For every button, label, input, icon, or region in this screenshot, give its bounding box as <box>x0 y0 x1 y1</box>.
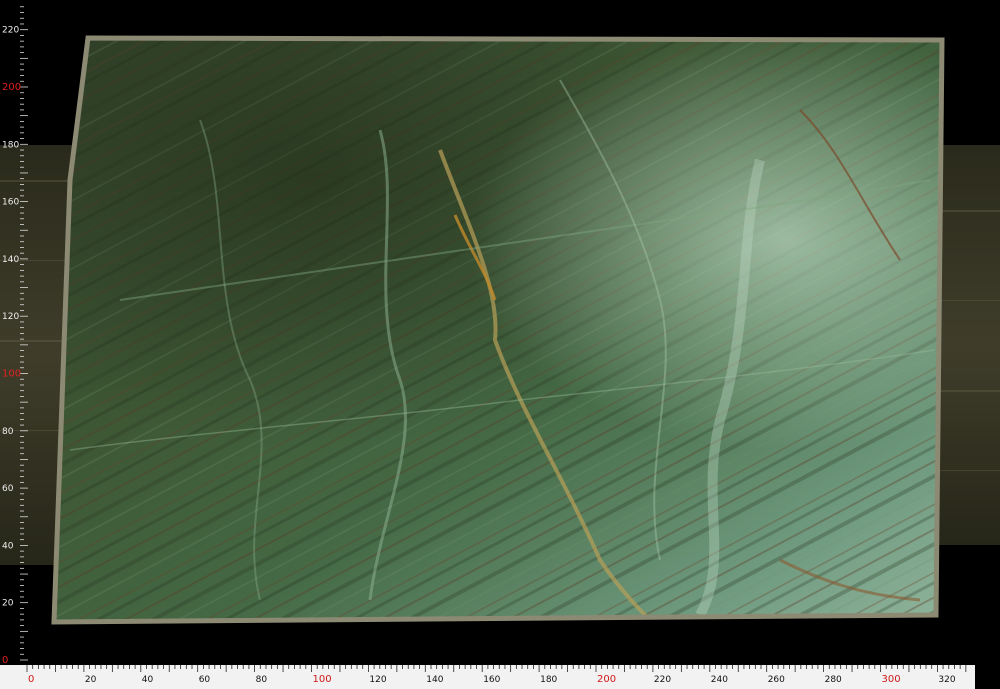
ruler-horizontal: 0 20 40 60 80 100 120 140 160 180 200 220 240 260 280 3… <box>0 665 1000 689</box>
ruler-label: 100 <box>2 369 21 380</box>
ruler-label: 60 <box>199 675 211 685</box>
ruler-label: 40 <box>2 541 14 551</box>
ruler-label: 140 <box>426 675 443 685</box>
ruler-label: 20 <box>2 599 14 609</box>
ruler-label: 220 <box>654 675 671 685</box>
slab-photo: 0 20 40 60 80 100 120 140 160 180 200 220 240 260 280 3… <box>0 6 1000 689</box>
ruler-label: 80 <box>256 675 268 685</box>
ruler-label: 40 <box>142 675 154 685</box>
side-band-right <box>935 145 1000 545</box>
ruler-label: 20 <box>85 675 97 685</box>
ruler-label: 120 <box>369 675 386 685</box>
ruler-label: 160 <box>483 675 500 685</box>
ruler-label: 300 <box>882 674 901 685</box>
ruler-label: 100 <box>313 674 332 685</box>
ruler-label: 260 <box>768 675 785 685</box>
ruler-label: 180 <box>540 675 557 685</box>
ruler-label: 60 <box>2 484 14 494</box>
ruler-label: 0 <box>28 674 34 685</box>
ruler-label: 140 <box>2 255 19 265</box>
ruler-label: 80 <box>2 427 14 437</box>
ruler-label: 120 <box>2 312 19 322</box>
ruler-label: 280 <box>825 675 842 685</box>
stone-slab <box>51 35 945 625</box>
ruler-label: 240 <box>711 675 728 685</box>
ruler-label: 180 <box>2 140 19 150</box>
ruler-label: 200 <box>597 674 616 685</box>
ruler-label: 320 <box>938 675 955 685</box>
ruler-label: 220 <box>2 26 19 36</box>
ruler-label: 200 <box>2 82 21 93</box>
ruler-label: 0 <box>2 655 8 666</box>
ruler-label: 160 <box>2 198 19 208</box>
